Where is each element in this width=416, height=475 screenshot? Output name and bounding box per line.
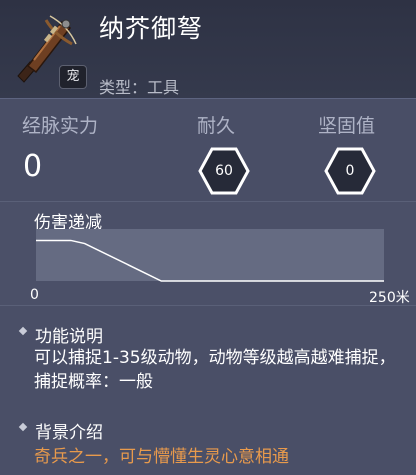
- background-text: 奇兵之一，可与懵懂生灵心意相通: [34, 447, 289, 467]
- description-panel: 功能说明 可以捕捉1-35级动物，动物等级越高越难捕捉，捕捉概率：一般 背景介绍…: [0, 305, 416, 475]
- function-title: 功能说明: [35, 327, 103, 347]
- stats-panel: 经脉实力 耐久 坚固值 0 60 0: [0, 99, 416, 201]
- diamond-bullet-icon: [18, 326, 28, 336]
- durability-label: 耐久: [197, 115, 236, 137]
- chart-plot-area: [36, 229, 384, 281]
- power-label: 经脉实力: [22, 115, 99, 137]
- power-value: 0: [23, 149, 43, 184]
- item-tooltip: 宠 纳芥御弩 类型：工具 经脉实力 耐久 坚固值 0 60 0 伤害递减 0 2…: [0, 0, 416, 475]
- damage-falloff-chart: 伤害递减 0 250米: [0, 201, 416, 306]
- tooltip-header: 宠 纳芥御弩 类型：工具: [0, 0, 416, 99]
- x-tick-min: 0: [30, 287, 39, 303]
- durability-hex-icon: 60: [198, 145, 250, 197]
- background-title: 背景介绍: [35, 423, 103, 443]
- background-heading: 背景介绍: [18, 418, 103, 443]
- solidity-hex-icon: 0: [324, 145, 376, 197]
- item-name: 纳芥御弩: [99, 14, 204, 43]
- function-heading: 功能说明: [18, 322, 103, 347]
- crossbow-icon: 宠: [10, 8, 87, 89]
- solidity-value: 0: [345, 163, 355, 179]
- durability-value: 60: [215, 163, 233, 179]
- item-type: 类型：工具: [99, 78, 180, 97]
- x-tick-max: 250米: [369, 290, 410, 306]
- diamond-bullet-icon: [18, 422, 28, 432]
- function-text: 可以捕捉1-35级动物，动物等级越高越难捕捉，捕捉概率：一般: [34, 348, 396, 392]
- solidity-label: 坚固值: [318, 115, 376, 137]
- pet-badge: 宠: [59, 65, 87, 89]
- chart-plot: [36, 229, 384, 282]
